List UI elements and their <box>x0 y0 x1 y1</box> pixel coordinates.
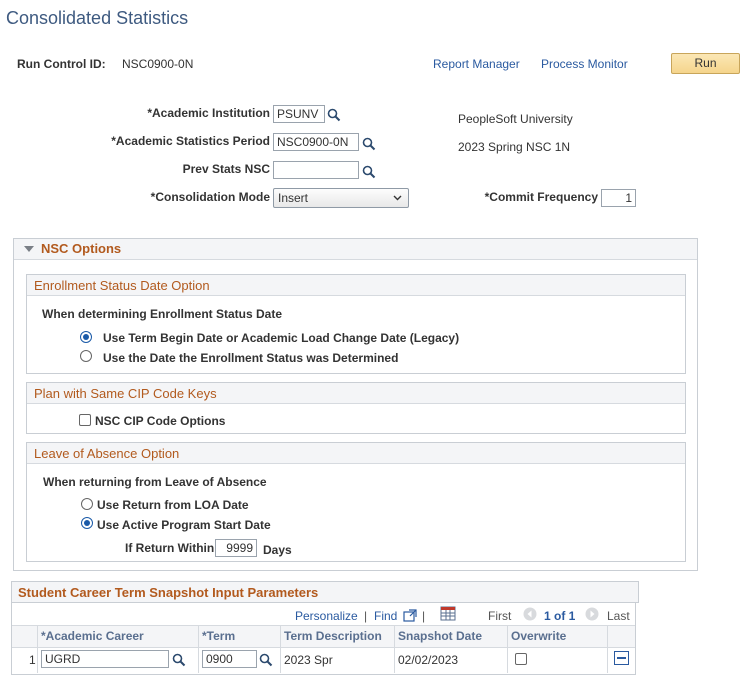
toolbar-separator: | <box>364 609 368 623</box>
snapshot-date-cell: 02/02/2023 <box>398 653 459 667</box>
consolidation-mode-select[interactable]: Insert <box>273 188 409 208</box>
cip-header: Plan with Same CIP Code Keys <box>27 383 685 404</box>
search-icon[interactable] <box>362 137 376 151</box>
nsc-options-header[interactable]: NSC Options <box>14 239 697 260</box>
collapse-triangle-icon[interactable] <box>24 246 34 253</box>
nsc-options-title: NSC Options <box>41 241 122 256</box>
enrollment-option-legacy-radio[interactable] <box>80 331 92 343</box>
academic-statistics-period-label: *Academic Statistics Period <box>111 134 270 148</box>
previous-row-icon[interactable] <box>523 607 537 621</box>
next-row-icon[interactable] <box>585 607 599 621</box>
term-description-cell: 2023 Spr <box>284 653 333 667</box>
search-icon[interactable] <box>172 653 186 667</box>
return-within-input[interactable]: 9999 <box>215 539 257 557</box>
search-icon[interactable] <box>327 108 341 122</box>
grid-title: Student Career Term Snapshot Input Param… <box>18 585 319 600</box>
delete-row-icon[interactable] <box>614 651 629 665</box>
academic-institution-label: *Academic Institution <box>147 106 270 120</box>
chevron-down-icon <box>393 195 402 201</box>
commit-frequency-input[interactable]: 1 <box>601 189 636 207</box>
run-control-value: NSC0900-0N <box>122 57 194 71</box>
nsc-cip-code-options-label: NSC CIP Code Options <box>95 414 226 428</box>
loa-header: Leave of Absence Option <box>27 443 685 464</box>
first-label: First <box>488 609 512 623</box>
report-manager-link[interactable]: Report Manager <box>433 57 520 71</box>
academic-institution-description: PeopleSoft University <box>458 112 573 126</box>
last-label: Last <box>607 609 630 623</box>
academic-statistics-period-description: 2023 Spring NSC 1N <box>458 140 571 154</box>
nsc-cip-code-options-checkbox[interactable] <box>79 414 91 426</box>
search-icon[interactable] <box>362 165 376 179</box>
search-icon[interactable] <box>259 653 273 667</box>
find-link[interactable]: Find <box>374 609 397 623</box>
toolbar-separator: | <box>422 609 426 623</box>
row-number: 1 <box>29 653 36 667</box>
enrollment-option-determined-radio[interactable] <box>80 350 92 362</box>
enrollment-option-determined-label: Use the Date the Enrollment Status was D… <box>103 351 399 365</box>
run-control-label: Run Control ID: <box>17 57 106 71</box>
page-title: Consolidated Statistics <box>6 8 189 28</box>
loa-option-program-start-radio[interactable] <box>81 517 93 529</box>
prev-stats-nsc-input[interactable] <box>273 161 359 179</box>
enrollment-status-header: Enrollment Status Date Option <box>27 275 685 296</box>
column-header-term-description: Term Description <box>284 629 382 643</box>
consolidation-mode-label: *Consolidation Mode <box>150 190 270 204</box>
download-grid-icon[interactable] <box>440 606 456 621</box>
loa-option-return-date-label: Use Return from LOA Date <box>97 498 249 512</box>
return-within-label: If Return Within <box>125 541 215 555</box>
column-header-term: *Term <box>202 629 236 643</box>
academic-statistics-period-input[interactable]: NSC0900-0N <box>273 133 359 151</box>
column-header-academic-career: *Academic Career <box>41 629 144 643</box>
process-monitor-link[interactable]: Process Monitor <box>541 57 628 71</box>
days-label: Days <box>263 543 292 557</box>
term-input[interactable]: 0900 <box>202 650 257 668</box>
enrollment-option-legacy-label: Use Term Begin Date or Academic Load Cha… <box>103 331 460 345</box>
row-range: 1 of 1 <box>544 609 576 623</box>
commit-frequency-label: *Commit Frequency <box>484 190 598 204</box>
enrollment-prompt: When determining Enrollment Status Date <box>42 307 283 321</box>
run-button[interactable]: Run <box>671 53 740 74</box>
column-header-snapshot-date: Snapshot Date <box>398 629 483 643</box>
loa-prompt: When returning from Leave of Absence <box>43 475 267 489</box>
grid-title-bar: Student Career Term Snapshot Input Param… <box>11 581 639 603</box>
consolidation-mode-value: Insert <box>278 191 309 205</box>
column-header-overwrite: Overwrite <box>511 629 567 643</box>
loa-option-program-start-label: Use Active Program Start Date <box>97 518 271 532</box>
loa-option-return-date-radio[interactable] <box>81 498 93 510</box>
personalize-link[interactable]: Personalize <box>295 609 358 623</box>
academic-career-input[interactable]: UGRD <box>41 650 169 668</box>
prev-stats-nsc-label: Prev Stats NSC <box>182 162 270 176</box>
view-all-icon[interactable] <box>403 609 417 623</box>
overwrite-checkbox[interactable] <box>515 653 527 665</box>
academic-institution-input[interactable]: PSUNV <box>273 105 325 123</box>
